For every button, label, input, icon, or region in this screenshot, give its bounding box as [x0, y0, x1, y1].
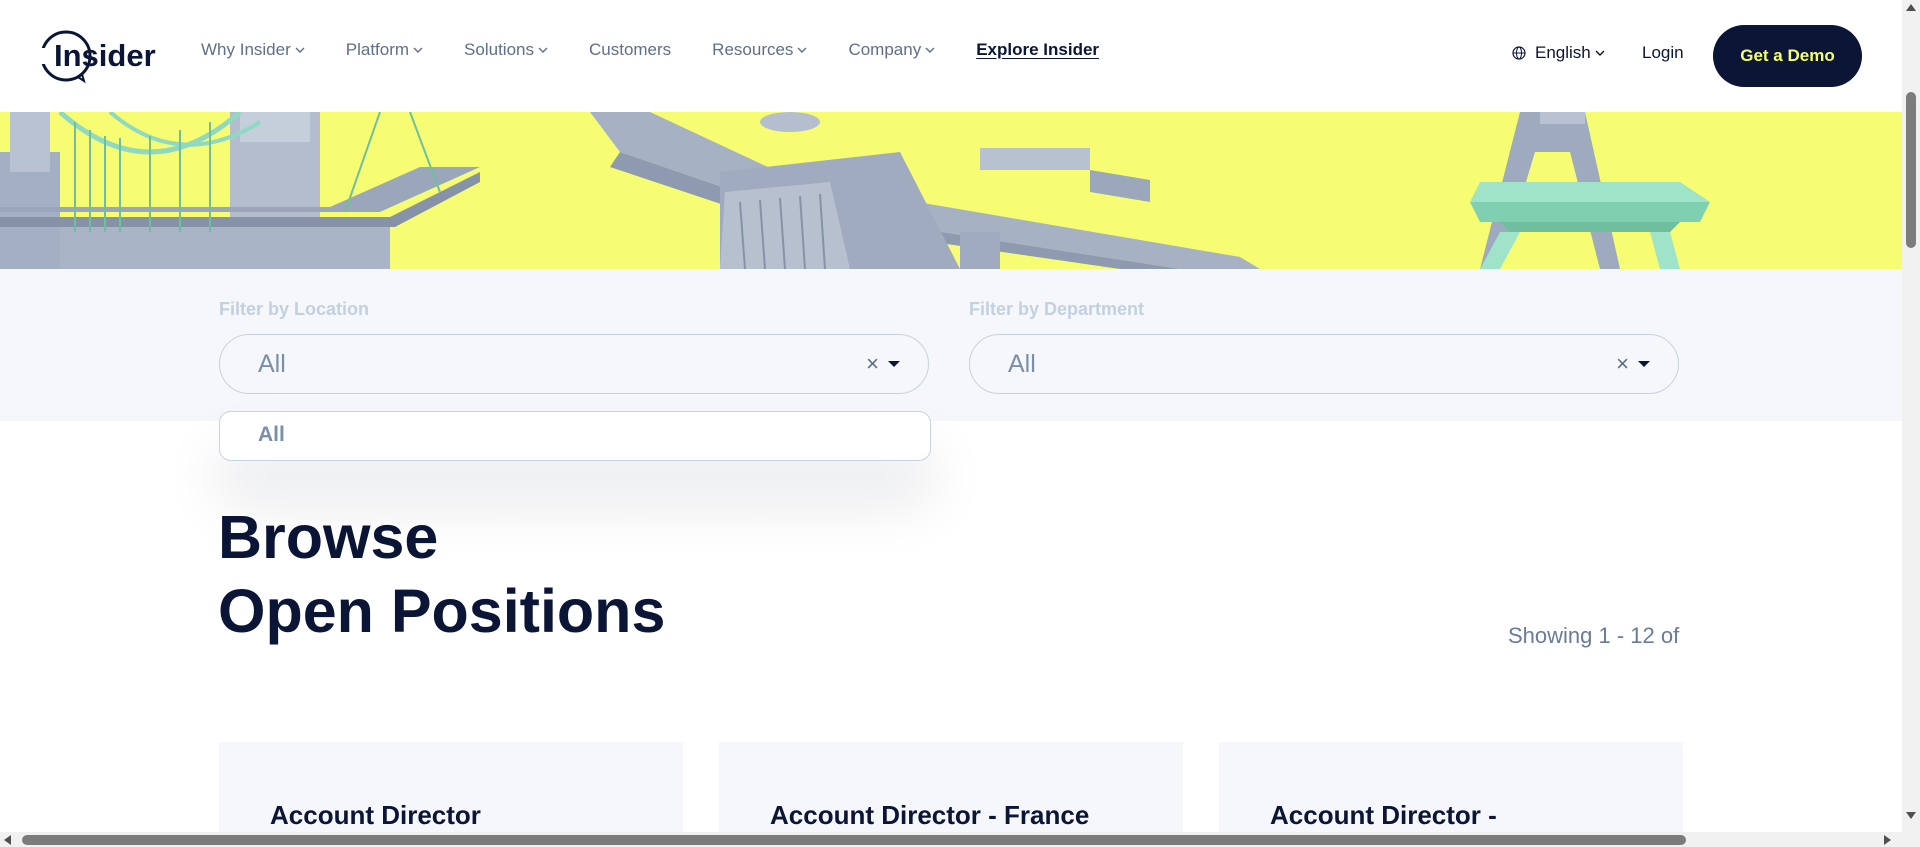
scroll-right-arrow-icon[interactable] — [1884, 835, 1891, 845]
nav-solutions[interactable]: Solutions — [464, 40, 548, 60]
page-title: Browse Open Positions — [218, 500, 665, 648]
chevron-down-icon — [413, 47, 423, 53]
close-icon[interactable]: × — [866, 351, 879, 377]
get-a-demo-button[interactable]: Get a Demo — [1713, 25, 1862, 87]
nav-explore-insider[interactable]: Explore Insider — [976, 40, 1099, 60]
scroll-left-arrow-icon[interactable] — [4, 835, 11, 845]
hero-illustration — [0, 112, 1710, 269]
language-label: English — [1535, 43, 1591, 62]
horizontal-scroll-thumb[interactable] — [22, 835, 1686, 845]
main-nav: Why Insider Platform Solutions Customers… — [201, 40, 1140, 60]
nav-label: Company — [848, 40, 922, 59]
page-title-line2: Open Positions — [218, 577, 666, 645]
nav-label: Platform — [345, 40, 410, 59]
page-title-line1: Browse — [218, 503, 439, 571]
position-title: Account Director - France — [770, 800, 1090, 830]
location-select-value: All — [258, 350, 286, 378]
nav-label: Explore Insider — [976, 40, 1100, 59]
chevron-down-icon — [295, 47, 305, 53]
bridge-illustration — [0, 112, 480, 269]
nav-company[interactable]: Company — [848, 40, 935, 60]
chevron-down-icon — [538, 47, 548, 53]
position-title: Account Director - — [1270, 800, 1497, 830]
caret-down-icon[interactable] — [888, 361, 900, 367]
chevron-down-icon — [1595, 50, 1605, 56]
nav-label: Customers — [588, 40, 672, 59]
department-select[interactable]: All × — [969, 334, 1679, 394]
nav-why-insider[interactable]: Why Insider — [201, 40, 305, 60]
vertical-scrollbar[interactable] — [1902, 0, 1920, 832]
caret-down-icon[interactable] — [1638, 361, 1650, 367]
filter-department-label: Filter by Department — [969, 299, 1145, 319]
nav-label: Resources — [712, 40, 794, 59]
globe-icon — [1512, 46, 1526, 60]
location-select[interactable]: All × — [219, 334, 929, 394]
hero-banner — [0, 112, 1902, 269]
vertical-scroll-thumb[interactable] — [1906, 92, 1916, 248]
close-icon[interactable]: × — [1616, 351, 1629, 377]
position-title: Account Director — [270, 800, 481, 830]
language-selector[interactable]: English — [1512, 43, 1605, 63]
nav-label: Why Insider — [201, 40, 291, 59]
filter-location-label: Filter by Location — [219, 299, 370, 319]
nav-platform[interactable]: Platform — [346, 40, 423, 60]
dropdown-option[interactable]: All — [258, 423, 285, 447]
location-dropdown-list: All — [219, 411, 931, 461]
careers-page: Insider Why Insider Platform Solutions C… — [0, 0, 1920, 847]
insider-logo[interactable]: Insider — [40, 26, 165, 86]
filter-section: Filter by Location All × Filter by Depar… — [0, 269, 1902, 421]
nav-label: Solutions — [464, 40, 534, 59]
nav-resources[interactable]: Resources — [712, 40, 807, 60]
nav-customers[interactable]: Customers — [589, 40, 671, 60]
scroll-up-arrow-icon[interactable] — [1906, 4, 1916, 11]
logo-text: Insider — [54, 38, 156, 73]
department-select-value: All — [1008, 350, 1036, 378]
skyline-illustration — [590, 112, 1260, 269]
scroll-down-arrow-icon[interactable] — [1906, 812, 1916, 819]
horizontal-scrollbar[interactable] — [0, 832, 1920, 847]
site-header: Insider Why Insider Platform Solutions C… — [0, 0, 1902, 112]
tower-illustration — [1470, 112, 1710, 269]
results-count: Showing 1 - 12 of — [1508, 623, 1680, 648]
login-link[interactable]: Login — [1642, 43, 1684, 63]
chevron-down-icon — [797, 47, 807, 53]
chevron-down-icon — [925, 47, 935, 53]
